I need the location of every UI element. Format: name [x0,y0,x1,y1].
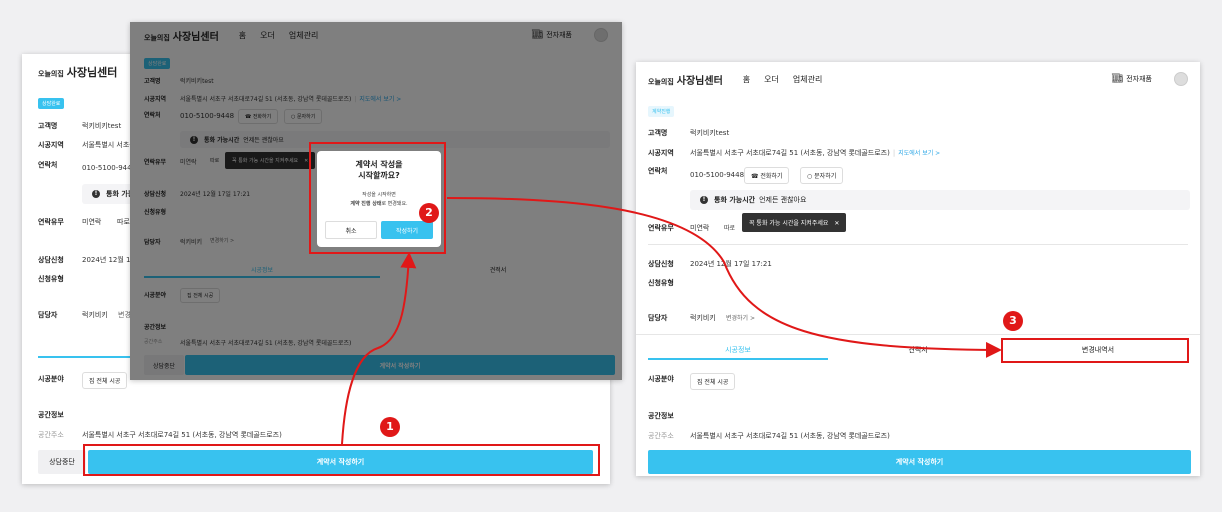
arrow-step1-to-step2 [341,252,417,445]
step-3-marker: 3 [1003,311,1023,331]
step-1-marker: 1 [380,417,400,437]
step-2-marker: 2 [419,203,439,223]
flow-arrows [341,197,1002,445]
arrow-step2-to-step3 [446,197,1002,358]
